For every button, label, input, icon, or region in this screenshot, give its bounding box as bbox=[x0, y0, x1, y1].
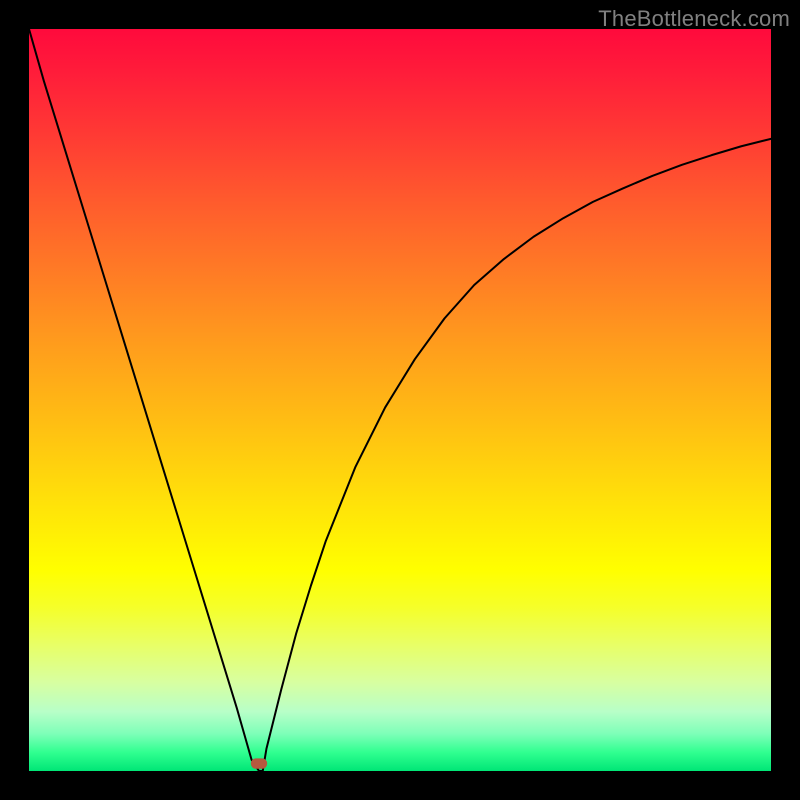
chart-svg bbox=[29, 29, 771, 771]
bottleneck-marker bbox=[251, 758, 267, 768]
attribution-text: TheBottleneck.com bbox=[598, 6, 790, 32]
bottleneck-curve bbox=[29, 29, 771, 771]
chart-frame: TheBottleneck.com bbox=[0, 0, 800, 800]
plot-area bbox=[29, 29, 771, 771]
